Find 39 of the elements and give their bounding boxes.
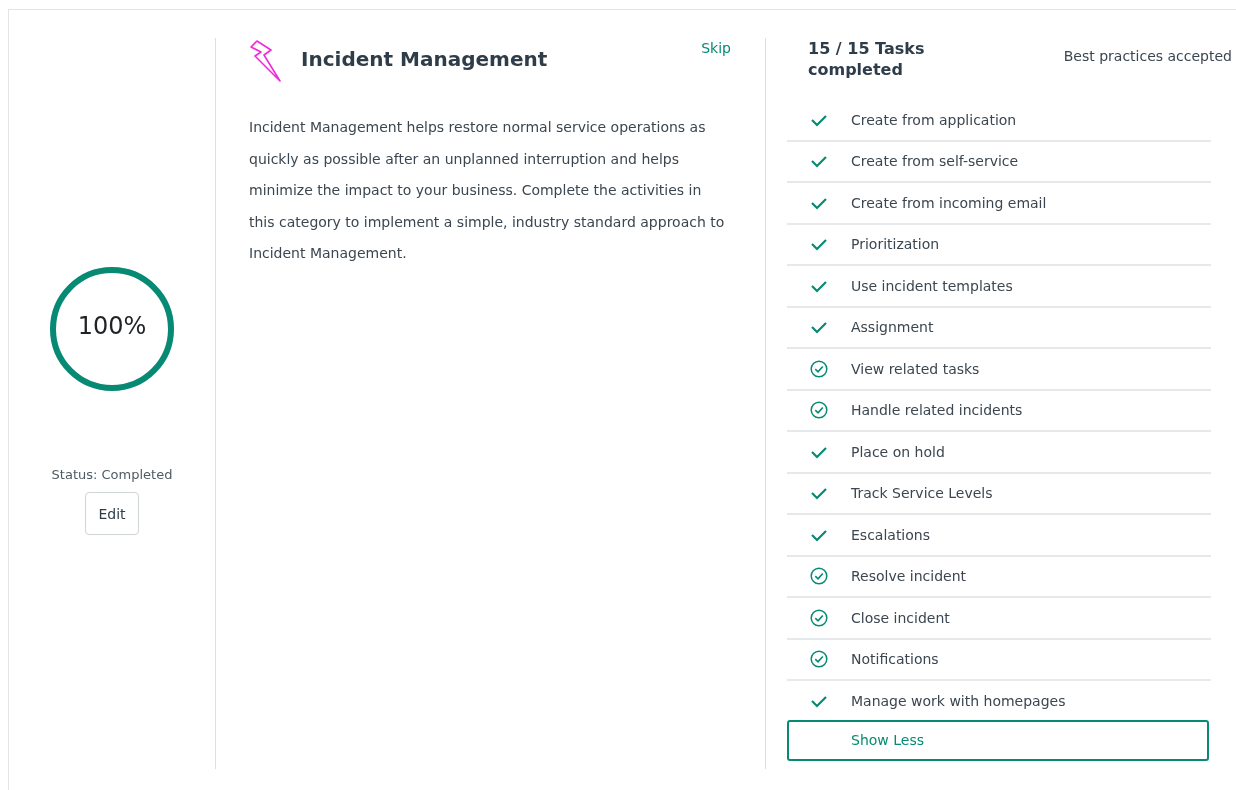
task-label: Notifications	[851, 651, 939, 668]
check-icon	[810, 693, 828, 708]
show-less-button[interactable]: Show Less	[787, 719, 1209, 761]
check-icon	[810, 527, 828, 542]
circled-check-icon	[810, 359, 828, 378]
circled-check-icon	[810, 608, 828, 627]
task-label: Handle related incidents	[851, 402, 1023, 419]
status-text: Status: Completed	[51, 467, 173, 482]
task-label: Place on hold	[851, 443, 945, 460]
check-icon	[810, 486, 828, 501]
task-label: Track Service Levels	[851, 485, 993, 502]
skip-link[interactable]: Skip	[701, 40, 731, 56]
task-label: Prioritization	[851, 236, 940, 253]
check-icon	[810, 278, 828, 293]
check-icon	[810, 320, 828, 335]
check-icon	[810, 112, 828, 127]
task-label: View related tasks	[851, 360, 980, 377]
task-label: Use incident templates	[851, 277, 1013, 294]
task-label: Create from incoming email	[851, 194, 1047, 211]
task-label: Manage work with homepages	[851, 692, 1066, 709]
task-label: Create from application	[851, 111, 1017, 128]
circled-check-icon	[810, 650, 828, 669]
task-label: Resolve incident	[851, 568, 967, 585]
check-icon	[810, 237, 828, 252]
category-title: Incident Management	[301, 47, 549, 71]
task-label: Close incident	[851, 609, 950, 626]
tasks-summary: 15 / 15 Tasks completed	[808, 38, 926, 80]
circled-check-icon	[810, 401, 828, 420]
edit-button[interactable]: Edit	[85, 492, 139, 535]
category-description: Incident Management helps restore normal service operations as quickly as possible after an unplanned interruption and helps minimize the impact to your business. Complete the activities in this category to implement a simple, industry standard approach to Incident Management.	[249, 118, 726, 263]
task-label: Escalations	[851, 526, 930, 543]
check-icon	[810, 154, 828, 169]
lightning-icon	[249, 38, 283, 84]
check-icon	[810, 195, 828, 210]
best-practices-text: Best practices accepted	[1063, 48, 1232, 64]
task-label: Assignment	[851, 319, 934, 336]
task-label: Create from self-service	[851, 153, 1019, 170]
circled-check-icon	[810, 567, 828, 586]
check-icon	[810, 444, 828, 459]
